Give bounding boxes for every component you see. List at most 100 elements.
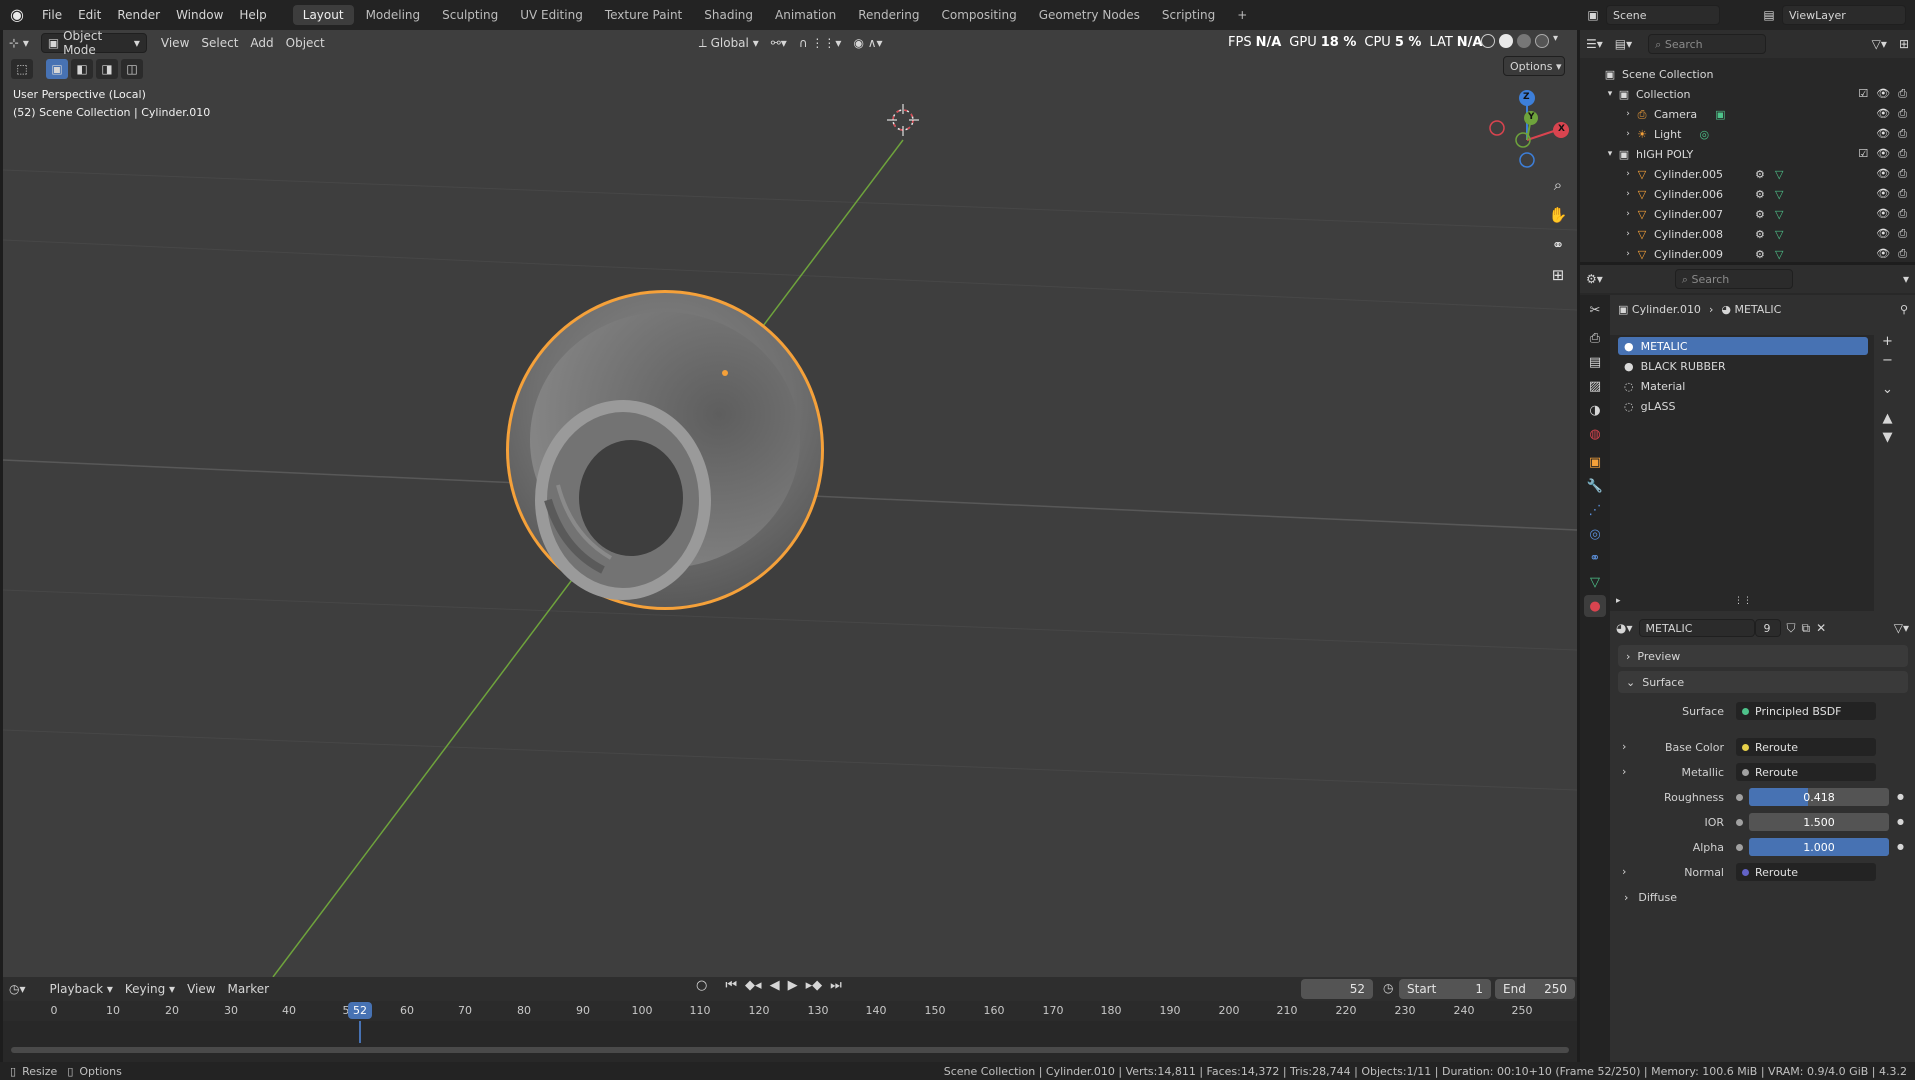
shading-dropdown-icon[interactable]: ▾ — [1553, 34, 1558, 48]
camera-icon[interactable]: ⎙ — [1898, 147, 1907, 161]
roughness-slider[interactable]: 0.418 — [1749, 788, 1889, 806]
keyframe-dot-icon[interactable]: ● — [1897, 818, 1904, 826]
camera-icon[interactable]: ⎙ — [1898, 167, 1907, 181]
jump-key-forward-icon[interactable]: ▸◆ — [806, 979, 823, 992]
scene-selector[interactable]: ▣ Scene — [1580, 4, 1720, 26]
tab-object-icon[interactable]: ▣ — [1584, 451, 1606, 473]
view-layer-name-field[interactable]: ViewLayer — [1782, 5, 1906, 25]
snap-button[interactable]: ∩ ⋮⋮▾ — [793, 33, 848, 53]
tab-world-icon[interactable]: ◍ — [1584, 423, 1606, 445]
zoom-icon[interactable]: ⌕ — [1545, 172, 1571, 198]
solid-shading-icon[interactable] — [1499, 34, 1513, 48]
tab-particles-icon[interactable]: ⋰ — [1584, 499, 1606, 521]
tab-scene-icon[interactable]: ◑ — [1584, 399, 1606, 421]
user-count-badge[interactable]: 9 — [1754, 619, 1781, 637]
frame-ruler[interactable]: 0 10 20 30 40 5 60 70 80 90 100 110 120 … — [3, 1001, 1577, 1021]
material-slot[interactable]: ◌ Material — [1618, 377, 1868, 395]
scene-name-field[interactable]: Scene — [1606, 5, 1720, 25]
expand-arrow-icon[interactable]: › — [1622, 129, 1634, 139]
start-frame-field[interactable]: Start 1 — [1399, 979, 1491, 999]
eye-icon[interactable]: 👁 — [1876, 227, 1890, 241]
tab-layout[interactable]: Layout — [292, 5, 354, 25]
select-box-extend-icon[interactable]: ◧ — [71, 59, 93, 79]
outliner-row-mesh[interactable]: › ▽ Cylinder.008 ⚙ ▽ 👁 ⎙ — [1580, 224, 1915, 244]
timeline-menu-marker[interactable]: Marker — [222, 979, 275, 999]
camera-icon[interactable]: ⎙ — [1898, 207, 1907, 221]
eye-icon[interactable]: 👁 — [1876, 87, 1890, 101]
outliner-row-scene-collection[interactable]: ▣ Scene Collection — [1580, 64, 1915, 84]
camera-icon[interactable]: ⎙ — [1898, 127, 1907, 141]
tab-animation[interactable]: Animation — [765, 5, 846, 25]
material-slot-list[interactable]: ● METALIC ● BLACK RUBBER ◌ Material ◌ gL… — [1610, 335, 1874, 611]
properties-options-button[interactable]: ▾ — [1897, 269, 1915, 289]
expand-arrow-icon[interactable]: › — [1622, 109, 1634, 119]
outliner-editor-type-button[interactable]: ☰ ▾ — [1580, 34, 1609, 54]
wireframe-shading-icon[interactable] — [1481, 34, 1495, 48]
checkbox-icon[interactable]: ☑ — [1858, 147, 1868, 161]
grid-icon[interactable]: ⊞ — [1545, 262, 1571, 288]
list-expand-icon[interactable]: ▸ — [1616, 597, 1621, 606]
outliner-row-mesh[interactable]: › ▽ Cylinder.007 ⚙ ▽ 👁 ⎙ — [1580, 204, 1915, 224]
outliner-row-mesh[interactable]: › ▽ Cylinder.006 ⚙ ▽ 👁 ⎙ — [1580, 184, 1915, 204]
view-layer-selector[interactable]: ▤ ViewLayer — [1756, 4, 1906, 26]
add-slot-icon[interactable]: + — [1882, 335, 1893, 348]
editor-type-button[interactable]: ⊹ ▾ — [3, 33, 35, 53]
eye-icon[interactable]: 👁 — [1876, 167, 1890, 181]
current-frame-field[interactable]: 52 — [1301, 979, 1373, 999]
expand-arrow-icon[interactable]: › — [1622, 209, 1634, 219]
camera-icon[interactable]: ⎙ — [1898, 87, 1907, 101]
properties-editor[interactable]: ⚙ ▾ ⌕ Search ▾ ✂ ⎙ ▤ ▨ ◑ ◍ ▣ 🔧 ⋰ ◎ ⚭ ▽ ● … — [1580, 265, 1915, 1062]
pin-icon[interactable]: ⚲ — [1900, 304, 1908, 315]
gizmo-z-label[interactable]: Z — [1523, 92, 1530, 102]
tab-texture-paint[interactable]: Texture Paint — [595, 5, 692, 25]
viewport-menu-view[interactable]: View — [155, 33, 195, 53]
unlink-material-icon[interactable]: ✕ — [1816, 622, 1826, 634]
tab-physics-icon[interactable]: ◎ — [1584, 523, 1606, 545]
tab-material-icon[interactable]: ● — [1584, 595, 1606, 617]
filter-button[interactable]: ▽ ▾ — [1866, 34, 1893, 54]
jump-start-icon[interactable]: ⏮ — [725, 979, 737, 992]
play-reverse-icon[interactable]: ◀ — [770, 979, 780, 992]
menu-render[interactable]: Render — [109, 8, 168, 22]
eye-icon[interactable]: 👁 — [1876, 187, 1890, 201]
browse-material-button[interactable]: ◕ ▾ — [1610, 618, 1639, 638]
tab-shading[interactable]: Shading — [694, 5, 763, 25]
hand-icon[interactable]: ✋ — [1545, 202, 1571, 228]
base-color-field[interactable]: Reroute — [1736, 738, 1876, 756]
camera-icon[interactable]: ⎙ — [1898, 187, 1907, 201]
menu-window[interactable]: Window — [168, 8, 231, 22]
jump-end-icon[interactable]: ⏭ — [830, 979, 842, 992]
link-mode-icon[interactable]: ▽▾ — [1894, 622, 1909, 634]
tab-geometry-nodes[interactable]: Geometry Nodes — [1029, 5, 1150, 25]
tab-data-icon[interactable]: ▽ — [1584, 571, 1606, 593]
playhead-frame-badge[interactable]: 52 — [348, 1002, 372, 1019]
list-resize-handle-icon[interactable]: ⋮⋮ — [1734, 597, 1752, 606]
tab-constraints-icon[interactable]: ⚭ — [1584, 547, 1606, 569]
timeline-scrollbar[interactable] — [11, 1047, 1569, 1053]
new-collection-button[interactable]: ⊞ — [1893, 34, 1915, 54]
proportional-editing-button[interactable]: ◉ ∧▾ — [847, 33, 888, 53]
timeline-menu-view[interactable]: View — [181, 979, 221, 999]
eye-icon[interactable]: 👁 — [1876, 107, 1890, 121]
timeline-menu-playback[interactable]: Playback ▾ — [44, 979, 119, 999]
jump-key-back-icon[interactable]: ◆◂ — [745, 979, 762, 992]
viewport-scene[interactable] — [3, 30, 1577, 977]
add-workspace-button[interactable]: + — [1227, 5, 1257, 25]
menu-file[interactable]: File — [34, 8, 70, 22]
alpha-slider[interactable]: 1.000 — [1749, 838, 1889, 856]
properties-search-input[interactable]: ⌕ Search — [1674, 269, 1793, 289]
tab-modifiers-icon[interactable]: 🔧 — [1584, 475, 1606, 497]
outliner-row-light[interactable]: › ☀ Light ◎ 👁 ⎙ — [1580, 124, 1915, 144]
panel-surface[interactable]: ⌄ Surface — [1618, 671, 1908, 693]
eye-icon[interactable]: 👁 — [1876, 127, 1890, 141]
base-color-label[interactable]: › Base Color — [1618, 741, 1736, 754]
diffuse-subpanel[interactable]: › Diffuse — [1618, 887, 1908, 907]
metallic-field[interactable]: Reroute — [1736, 763, 1876, 781]
normal-label[interactable]: › Normal — [1618, 866, 1736, 879]
material-slot[interactable]: ● METALIC — [1618, 337, 1868, 355]
surface-shader-field[interactable]: Principled BSDF — [1736, 702, 1876, 720]
ior-field[interactable]: 1.500 — [1749, 813, 1889, 831]
3d-viewport[interactable]: Z X Y ⊹ ▾ ▣ Object Mode ▾ View Select Ad… — [3, 30, 1577, 977]
fake-user-icon[interactable]: ⛉ — [1787, 622, 1796, 634]
panel-preview[interactable]: › Preview — [1618, 645, 1908, 667]
